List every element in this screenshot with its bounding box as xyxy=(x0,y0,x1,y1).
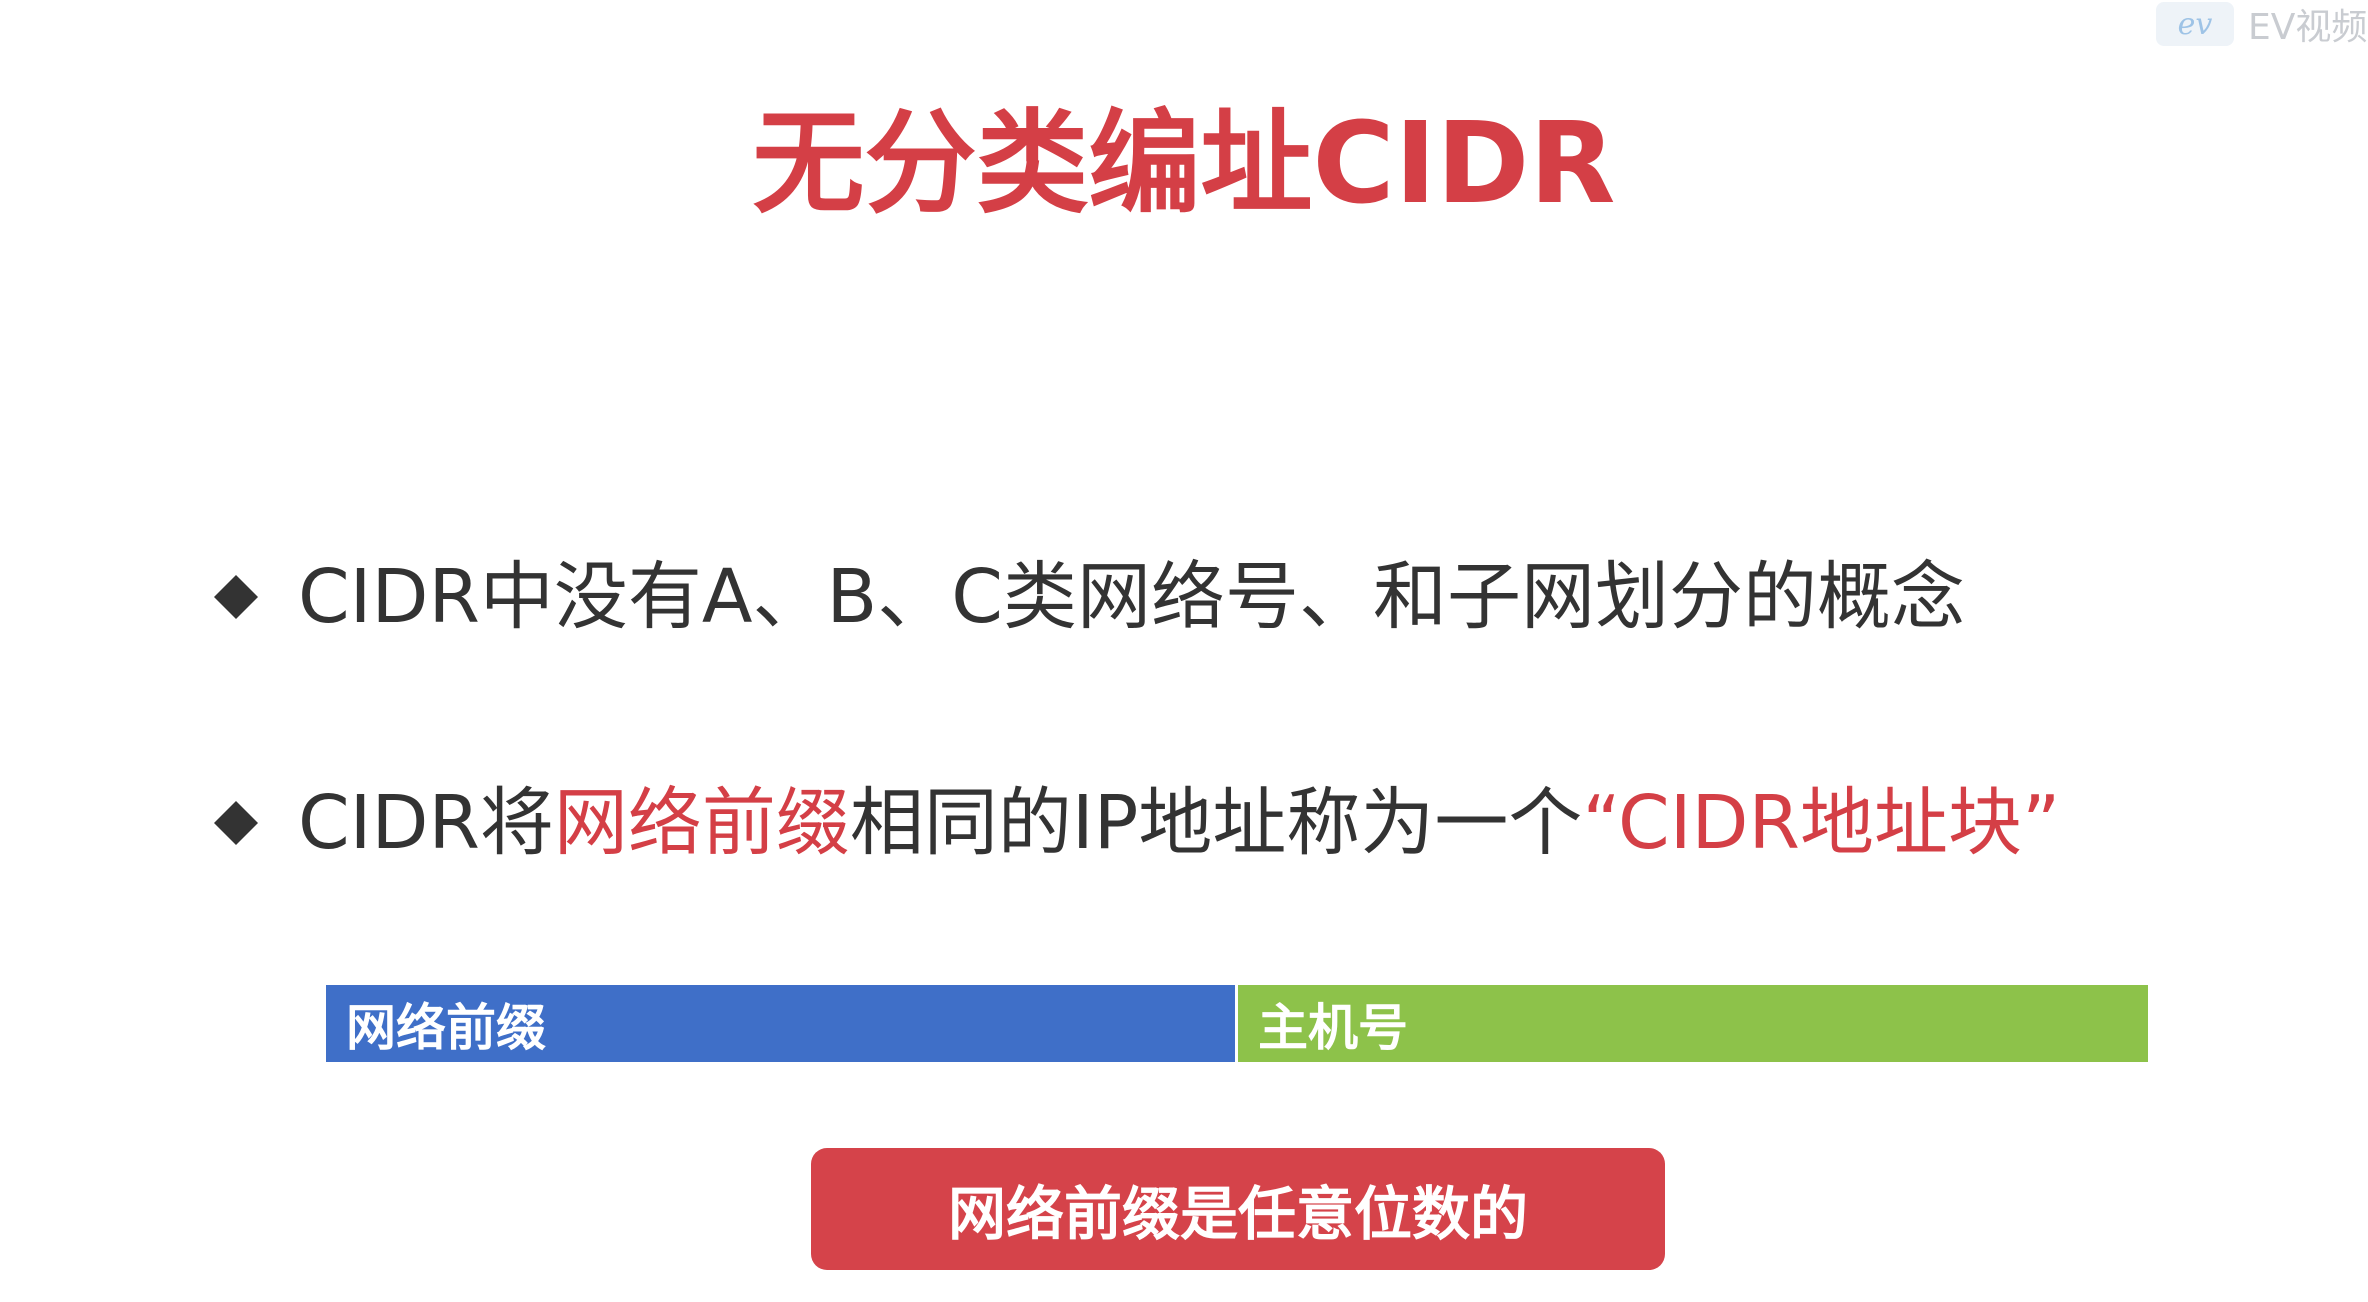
network-prefix-segment: 网络前缀 xyxy=(326,985,1238,1062)
diamond-bullet-icon xyxy=(214,801,258,845)
bullet-2-highlight-cidr-block: “CIDR地址块” xyxy=(1582,780,2061,866)
bullet-2-highlight-prefix: 网络前缀 xyxy=(553,780,850,866)
bullet-item-2: CIDR将 网络前缀 相同的IP地址称为一个 “CIDR地址块” xyxy=(200,786,2060,860)
address-structure-bar: 网络前缀 主机号 xyxy=(326,985,2148,1062)
slide: ev EV视频 无分类编址CIDR CIDR中没有A、B、C类网络号、和子网划分… xyxy=(0,0,2368,1302)
watermark-text: EV视频 xyxy=(2248,7,2368,48)
host-number-label: 主机号 xyxy=(1258,998,1408,1057)
bullet-2-text-part2: 相同的IP地址称为一个 xyxy=(849,780,1583,866)
ev-logo-icon: ev xyxy=(2156,2,2234,46)
watermark: ev EV视频 xyxy=(2146,0,2368,48)
bullet-item-1: CIDR中没有A、B、C类网络号、和子网划分的概念 xyxy=(200,560,1965,634)
bullet-1-text: CIDR中没有A、B、C类网络号、和子网划分的概念 xyxy=(298,554,1965,640)
callout-text: 网络前缀是任意位数的 xyxy=(947,1180,1528,1248)
diamond-bullet-icon xyxy=(214,575,258,619)
host-number-segment: 主机号 xyxy=(1238,985,2148,1062)
bullet-2-text-part1: CIDR将 xyxy=(298,780,554,866)
slide-title: 无分类编址CIDR xyxy=(752,99,1616,229)
network-prefix-label: 网络前缀 xyxy=(346,998,546,1057)
callout-box: 网络前缀是任意位数的 xyxy=(811,1148,1665,1270)
